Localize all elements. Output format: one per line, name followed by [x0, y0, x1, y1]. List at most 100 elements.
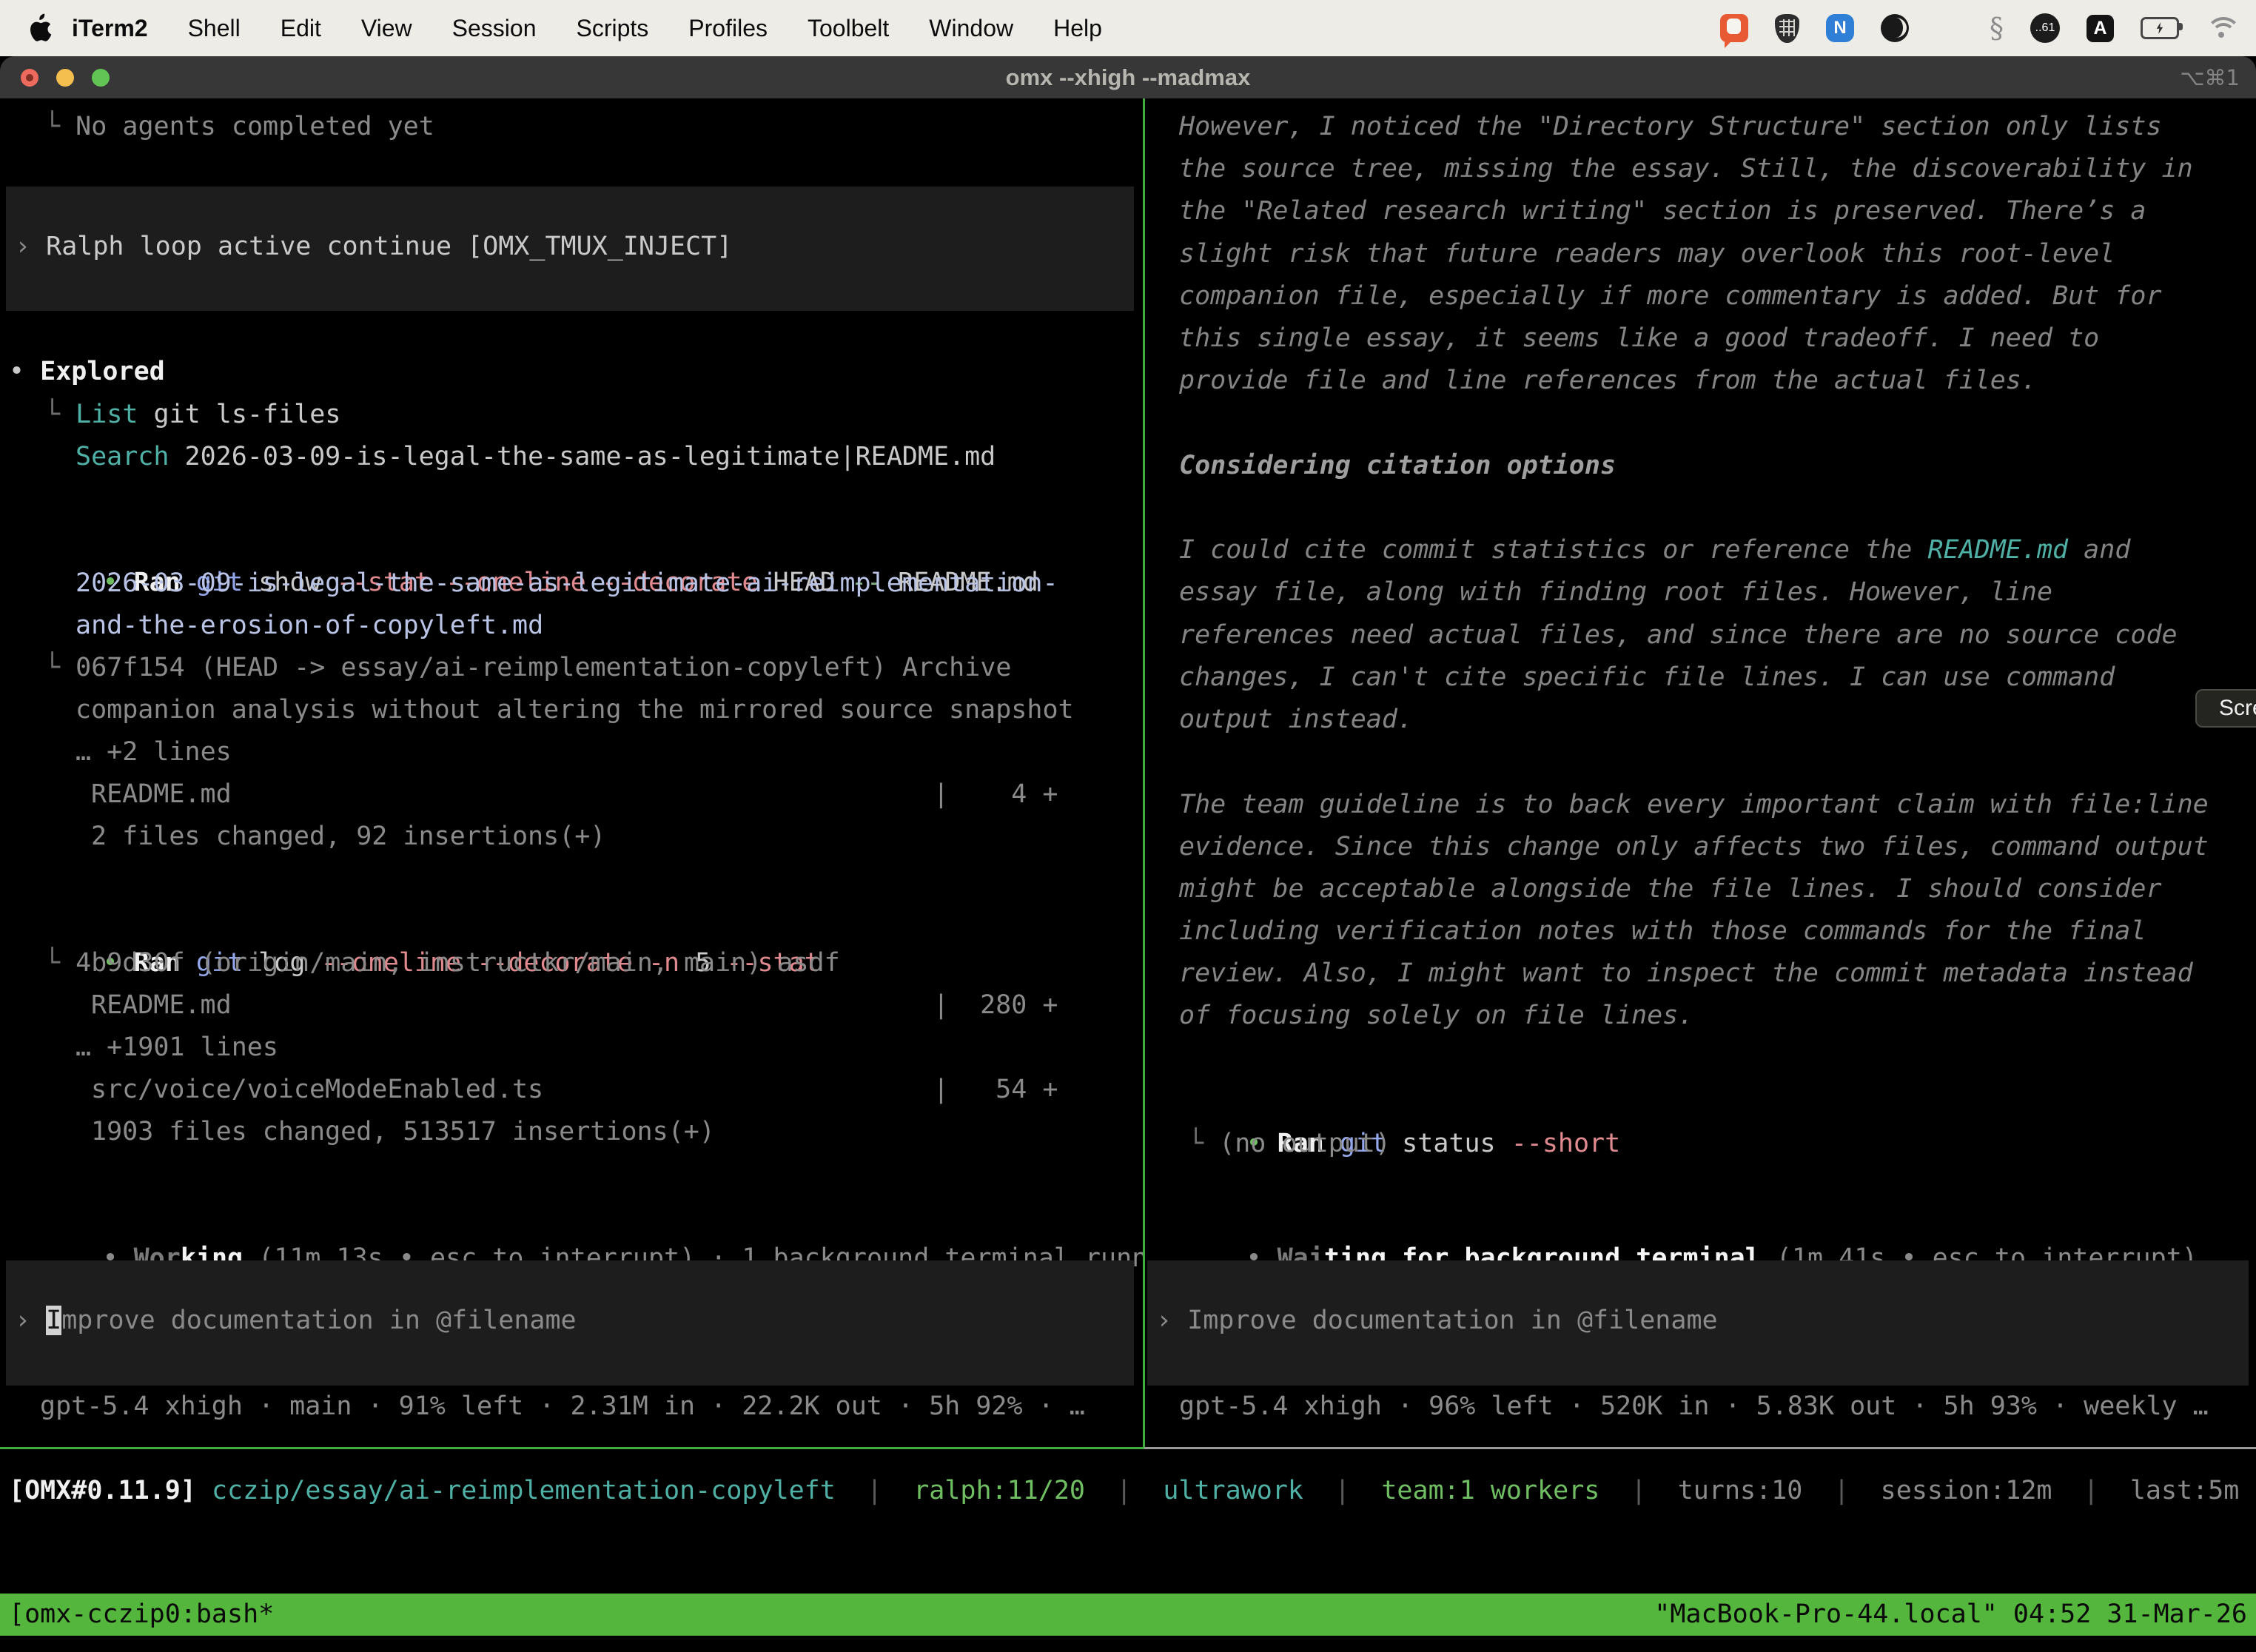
menu-profiles[interactable]: Profiles: [668, 15, 788, 42]
tool-verb-search: Search: [75, 442, 169, 471]
menu-shell[interactable]: Shell: [168, 15, 261, 42]
thinking-line: companion file, especially if more comme…: [1179, 275, 2162, 318]
text-cursor: I: [46, 1306, 61, 1335]
menu-toolbelt[interactable]: Toolbelt: [788, 15, 909, 42]
thinking-line: The team guideline is to back every impo…: [1179, 784, 2209, 826]
inject-banner-box: › Ralph loop active continue [OMX_TMUX_I…: [6, 187, 1134, 311]
omx-session-time: session:12m: [1881, 1476, 2052, 1505]
thinking-heading: Considering citation options: [1179, 445, 1616, 487]
thinking-line: evidence. Since this change only affects…: [1179, 826, 2209, 868]
bullet: •: [9, 357, 24, 386]
menu-view[interactable]: View: [341, 15, 432, 42]
more-lines: … +2 lines: [75, 731, 232, 773]
thinking-line: references need actual files, and since …: [1179, 614, 2178, 657]
menu-iterm2[interactable]: iTerm2: [52, 15, 168, 42]
hook-icon[interactable]: §: [1990, 14, 2004, 42]
banner-text: Ralph loop active continue [OMX_TMUX_INJ…: [30, 232, 732, 261]
commit-line2: companion analysis without altering the …: [75, 689, 1074, 731]
tree-corner: └: [1188, 1129, 1219, 1158]
right-session-status: gpt-5.4 xhigh · 96% left · 520K in · 5.8…: [1179, 1386, 2209, 1428]
tree-corner: └: [44, 948, 75, 978]
thinking-line: the source tree, missing the essay. Stil…: [1179, 148, 2193, 190]
blue-n-icon[interactable]: N: [1826, 14, 1854, 42]
shield-grid-icon[interactable]: [1775, 14, 1799, 43]
left-pane[interactable]: └ No agents completed yet › Ralph loop a…: [0, 98, 1144, 1447]
stat-row: src/voice/voiceModeEnabled.ts | 54 +: [91, 1069, 1058, 1111]
window-title: omx --xhigh --madmax: [0, 56, 2256, 98]
thinking-line: However, I noticed the "Directory Struct…: [1179, 106, 2162, 148]
stat-row: README.md | 280 +: [91, 984, 1058, 1027]
thinking-line: including verification notes with those …: [1179, 910, 2146, 953]
tool-verb-list: List: [75, 400, 138, 429]
dark-crescent-icon[interactable]: [1881, 14, 1909, 42]
apple-icon[interactable]: [27, 13, 52, 43]
wifi-icon[interactable]: [2206, 16, 2237, 41]
dots-grid-icon[interactable]: [1936, 15, 1963, 42]
right-prompt-input[interactable]: › Improve documentation in @filename: [1147, 1260, 2249, 1386]
omx-status-bar: [OMX#0.11.9] cczip/essay/ai-reimplementa…: [9, 1470, 2256, 1512]
screen: iTerm2 Shell Edit View Session Scripts P…: [0, 0, 2256, 1652]
input-text: mprove documentation in @filename: [61, 1306, 576, 1335]
explored-label: Explored: [24, 357, 165, 386]
tree-corner: └: [44, 653, 75, 682]
pane-border-bottom-right: [1144, 1447, 2256, 1449]
omx-mode: ultrawork: [1163, 1476, 1303, 1505]
cmd-status: status: [1386, 1129, 1496, 1158]
more-lines: … +1901 lines: [75, 1027, 278, 1069]
commit-line: 4b9d30f (origin/main, instructkr/main, m…: [75, 948, 840, 978]
stat-summary: 2 files changed, 92 insertions(+): [91, 816, 605, 858]
thinking-line: review. Also, I might want to inspect th…: [1179, 953, 2193, 995]
pane-border-bottom-left: [0, 1447, 1144, 1449]
menu-session[interactable]: Session: [432, 15, 557, 42]
thinking-line: might be acceptable alongside the file l…: [1179, 868, 2162, 910]
no-agents-text: No agents completed yet: [75, 112, 434, 141]
thinking-line: I could cite commit statistics or refere…: [1179, 535, 1927, 565]
thinking-line: of focusing solely on file lines.: [1179, 995, 1693, 1037]
omx-team: team:1 workers: [1381, 1476, 1599, 1505]
thinking-line: slight risk that future readers may over…: [1179, 233, 2115, 275]
tmux-session-window[interactable]: [omx-cczip0:bash*: [9, 1594, 274, 1636]
stat-summary: 1903 files changed, 513517 insertions(+): [91, 1111, 715, 1153]
pane-divider-vertical[interactable]: [1143, 98, 1145, 1448]
menu-bar: iTerm2 Shell Edit View Session Scripts P…: [0, 0, 2256, 56]
menu-status-icons: N § ..61 A: [1720, 0, 2237, 56]
thinking-line: essay file, along with finding root file…: [1179, 571, 2052, 614]
right-pane[interactable]: However, I noticed the "Directory Struct…: [1146, 98, 2256, 1447]
left-session-status: gpt-5.4 xhigh · main · 91% left · 2.31M …: [40, 1386, 1085, 1428]
tmux-status-bar: [omx-cczip0:bash* "MacBook-Pro-44.local"…: [0, 1594, 2256, 1636]
essay-path-line2: and-the-erosion-of-copyleft.md: [75, 605, 543, 647]
menu-scripts[interactable]: Scripts: [556, 15, 668, 42]
window-shortcut: ⌥⌘1: [2180, 56, 2240, 98]
input-source-icon[interactable]: A: [2087, 15, 2114, 42]
prompt-chevron: ›: [1156, 1306, 1187, 1335]
battery-icon[interactable]: [2141, 17, 2179, 39]
battery-percent-icon[interactable]: ..61: [2030, 13, 2060, 43]
tree-corner: └: [44, 400, 75, 429]
readme-link[interactable]: README.md: [1927, 535, 2068, 565]
cmd-flags: --short: [1496, 1129, 1621, 1158]
thinking-line: this single essay, it seems like a good …: [1179, 318, 2099, 360]
window-title-bar: omx --xhigh --madmax ⌥⌘1: [0, 56, 2256, 98]
omx-last-activity: last:5m ago: [2130, 1476, 2256, 1505]
prompt-chevron: ›: [15, 1306, 46, 1335]
menu-edit[interactable]: Edit: [261, 15, 341, 42]
thinking-line: and: [2068, 535, 2130, 565]
tmux-host-clock: "MacBook-Pro-44.local" 04:52 31-Mar-26: [1654, 1594, 2247, 1636]
no-output-text: (no output): [1219, 1129, 1391, 1158]
essay-path-line1: 2026-03-09-is-legal-the-same-as-legitima…: [75, 563, 1058, 605]
omx-version: [OMX#0.11.9]: [9, 1476, 196, 1505]
tree-corner: └: [44, 112, 75, 141]
menu-window[interactable]: Window: [909, 15, 1033, 42]
thinking-line: the "Related research writing" section i…: [1179, 190, 2146, 232]
screen-tooltip[interactable]: Scre: [2195, 689, 2256, 728]
thinking-line: provide file and line references from th…: [1179, 360, 2037, 402]
screenshot-app-icon[interactable]: [1720, 14, 1748, 42]
stat-row: README.md | 4 +: [91, 773, 1058, 816]
left-prompt-input[interactable]: › Improve documentation in @filename: [6, 1260, 1134, 1386]
menu-help[interactable]: Help: [1033, 15, 1122, 42]
input-text: Improve documentation in @filename: [1187, 1306, 1717, 1335]
list-args: git ls-files: [138, 400, 340, 429]
commit-line: 067f154 (HEAD -> essay/ai-reimplementati…: [75, 653, 1011, 682]
thinking-line: output instead.: [1179, 699, 1413, 741]
banner-prompt: ›: [15, 232, 30, 261]
